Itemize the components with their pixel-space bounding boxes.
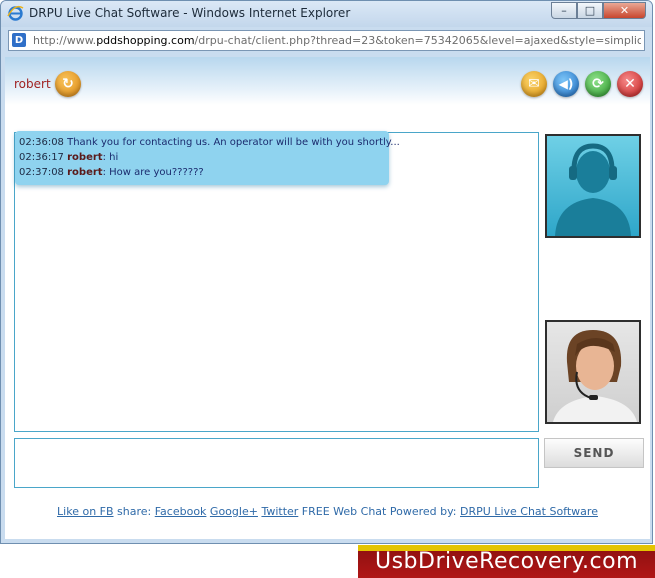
user-name: robert [14, 77, 51, 91]
message-text: How are you?????? [109, 167, 204, 178]
message-line: 02:37:08 robert: How are you?????? [19, 167, 204, 178]
minimize-button[interactable]: – [551, 2, 577, 19]
share-label: share: [113, 505, 155, 518]
powered-by-label: FREE Web Chat Powered by: [298, 505, 461, 518]
reload-icon[interactable]: ⟳ [585, 71, 611, 97]
refresh-user-icon[interactable]: ↻ [55, 71, 81, 97]
window-title: DRPU Live Chat Software - Windows Intern… [29, 6, 351, 20]
address-url[interactable]: http://www.pddshopping.com/drpu-chat/cli… [33, 34, 641, 47]
maximize-button[interactable]: □ [577, 2, 603, 19]
watermark-banner: UsbDriveRecovery.com [358, 545, 655, 578]
message-text: hi [109, 152, 119, 163]
watermark-accent-bar [358, 545, 655, 551]
message-line: 02:36:08 Thank you for contacting us. An… [19, 137, 400, 148]
chat-footer: Like on FB share: Facebook Google+ Twitt… [5, 505, 650, 518]
watermark-text: UsbDriveRecovery.com [374, 549, 639, 574]
message-time: 02:36:08 [19, 137, 64, 148]
url-domain: pddshopping.com [96, 34, 195, 47]
title-bar: DRPU Live Chat Software - Windows Intern… [1, 1, 652, 27]
message-sender: robert [67, 167, 103, 178]
operator-photo-avatar [545, 320, 641, 424]
message-bubble: 02:36:08 Thank you for contacting us. An… [15, 131, 400, 185]
like-on-fb-link[interactable]: Like on FB [57, 505, 114, 518]
url-prefix: http://www. [33, 34, 97, 47]
message-sender: robert [67, 152, 103, 163]
drpu-link[interactable]: DRPU Live Chat Software [460, 505, 598, 518]
browser-window: DRPU Live Chat Software - Windows Intern… [0, 0, 653, 544]
address-bar[interactable]: D http://www.pddshopping.com/drpu-chat/c… [8, 30, 645, 51]
sound-icon[interactable]: ◀) [553, 71, 579, 97]
window-controls: – □ ✕ [551, 2, 646, 19]
message-text: Thank you for contacting us. An operator… [67, 137, 400, 148]
message-time: 02:37:08 [19, 167, 64, 178]
twitter-link[interactable]: Twitter [261, 505, 298, 518]
site-favicon-icon: D [12, 33, 26, 47]
facebook-link[interactable]: Facebook [155, 505, 207, 518]
chat-header: robert ↻ ✉ ◀) ⟳ ✕ [5, 57, 650, 105]
operator-silhouette-avatar [545, 134, 641, 238]
send-button[interactable]: SEND [544, 438, 644, 468]
headset-silhouette-icon [555, 143, 631, 236]
google-plus-link[interactable]: Google+ [210, 505, 258, 518]
close-window-button[interactable]: ✕ [603, 2, 646, 19]
message-line: 02:36:17 robert: hi [19, 152, 118, 163]
operator-photo-icon [553, 330, 637, 422]
message-input[interactable] [14, 438, 539, 488]
message-time: 02:36:17 [19, 152, 64, 163]
close-icon[interactable]: ✕ [617, 71, 643, 97]
email-icon[interactable]: ✉ [521, 71, 547, 97]
chat-transcript[interactable]: 02:36:08 Thank you for contacting us. An… [14, 131, 539, 432]
chat-page: robert ↻ ✉ ◀) ⟳ ✕ 02:36:08 Thank you for… [5, 57, 650, 539]
url-path: /drpu-chat/client.php?thread=23&token=75… [194, 34, 641, 47]
ie-logo-icon [7, 5, 24, 21]
